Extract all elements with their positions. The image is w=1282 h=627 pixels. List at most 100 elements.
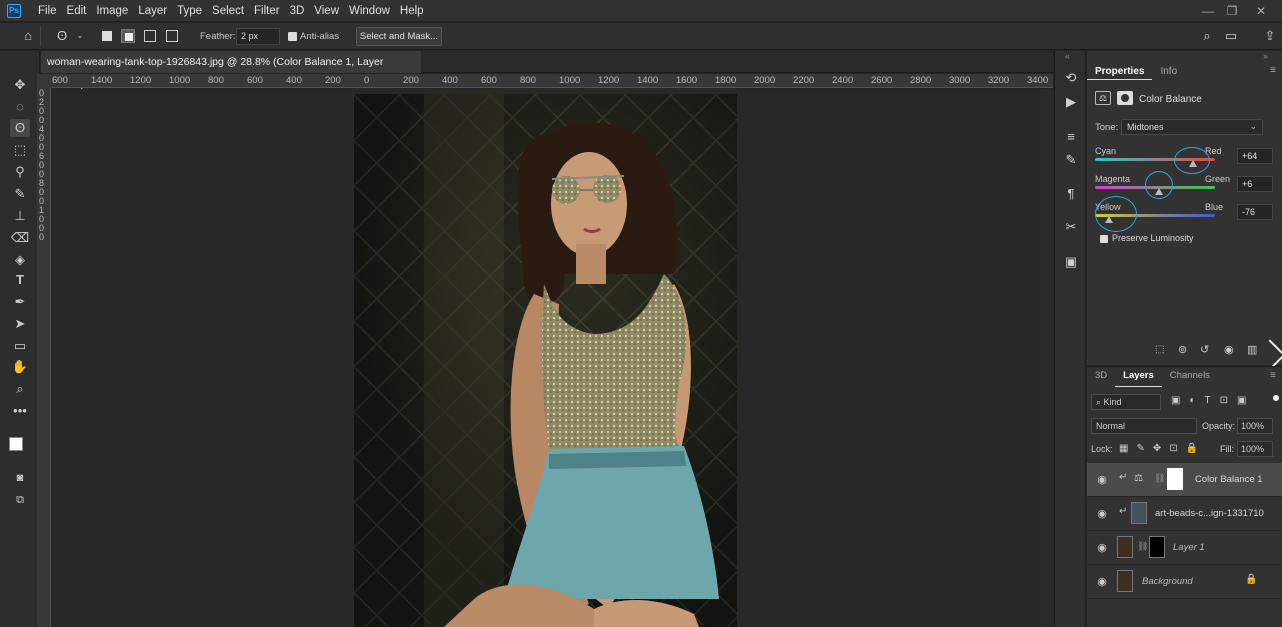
layer-row[interactable]: ◉ ↵ art-beads-c...ign-1331710 [1087, 497, 1282, 531]
menu-item-3d[interactable]: 3D [285, 0, 310, 22]
vertical-scrollbar[interactable] [1040, 89, 1053, 627]
panel-menu-icon[interactable]: ≡ [1270, 65, 1276, 76]
rectangle-tool-icon[interactable]: ▭ [10, 337, 30, 355]
lasso-tool-icon[interactable]: ʘ [10, 119, 30, 137]
layer-thumbnail[interactable] [1117, 570, 1133, 592]
marquee-tool-icon[interactable]: ◌ [10, 98, 30, 116]
menu-item-file[interactable]: File [33, 0, 62, 22]
layer-thumbnail[interactable] [1131, 502, 1147, 524]
eye-icon[interactable]: ◉ [1095, 575, 1109, 589]
lock-icons[interactable]: ▦✎✥⊡🔒 [1119, 443, 1206, 454]
layer-row[interactable]: ◉ ↵ ⚖ ⛓ Color Balance 1 [1087, 463, 1282, 497]
filter-icons[interactable]: ▣◐T⊡▣ [1171, 395, 1255, 406]
lasso-tool-preset-icon[interactable]: ʘ [54, 28, 70, 44]
anti-alias-checkbox[interactable] [288, 32, 297, 41]
menu-item-help[interactable]: Help [395, 0, 429, 22]
zoom-tool-icon[interactable]: ⌕ [10, 380, 30, 398]
visibility-icon[interactable]: ◉ [1224, 343, 1234, 356]
layer-name[interactable]: art-beads-c...ign-1331710 [1155, 508, 1264, 519]
screen-mode-icon[interactable]: ⧉ [10, 491, 30, 509]
tab-layers[interactable]: Layers [1115, 367, 1162, 387]
feather-input[interactable]: 2 px [236, 28, 280, 45]
paint-bucket-tool-icon[interactable]: ◈ [10, 251, 30, 269]
brush-tool-icon[interactable]: ✎ [10, 185, 30, 203]
layer-mask-icon[interactable] [1117, 91, 1133, 105]
restore-icon[interactable]: ❐ [1223, 3, 1241, 19]
slider-value-input[interactable]: +6 [1237, 176, 1273, 192]
adjustments-icon[interactable]: ≡ [1061, 127, 1081, 147]
search-icon[interactable]: ⌕ [1199, 28, 1215, 44]
menu-item-select[interactable]: Select [207, 0, 249, 22]
layer-name[interactable]: Layer 1 [1173, 542, 1205, 553]
tab-properties[interactable]: Properties [1087, 63, 1153, 80]
history-icon[interactable]: ⟲ [1061, 68, 1081, 88]
stamp-tool-icon[interactable]: ⊥ [10, 207, 30, 225]
actions-play-icon[interactable]: ▶ [1061, 92, 1081, 112]
path-selection-tool-icon[interactable]: ➤ [10, 315, 30, 333]
collapse-icon[interactable]: « [1065, 51, 1070, 61]
object-selection-tool-icon[interactable]: ⬚ [10, 141, 30, 159]
tab-info[interactable]: Info [1152, 63, 1185, 80]
document-image[interactable] [354, 94, 737, 627]
workspace-icon[interactable]: ▭ [1223, 28, 1239, 44]
quick-mask-icon[interactable]: ◙ [10, 469, 30, 487]
character-icon[interactable]: ¶ [1061, 184, 1081, 204]
kind-filter-select[interactable]: ⌕ Kind [1091, 394, 1161, 410]
layer-thumbnail[interactable] [1117, 536, 1133, 558]
fill-input[interactable]: 100% [1237, 441, 1273, 457]
intersect-selection-icon[interactable] [166, 30, 178, 42]
view-previous-icon[interactable]: ⊚ [1178, 343, 1187, 356]
eye-icon[interactable]: ◉ [1095, 541, 1109, 555]
layer-name[interactable]: Background [1142, 576, 1193, 587]
opacity-input[interactable]: 100% [1237, 418, 1273, 434]
clip-to-layer-icon[interactable]: ⬚ [1155, 344, 1169, 356]
more-tools-icon[interactable]: ••• [10, 402, 30, 420]
slider-value-input[interactable]: -76 [1237, 204, 1273, 220]
document-tab[interactable]: woman-wearing-tank-top-1926843.jpg @ 28.… [41, 51, 421, 90]
minimize-icon[interactable]: — [1199, 3, 1217, 19]
tab-3d[interactable]: 3D [1087, 367, 1115, 387]
layer-row[interactable]: ◉ 🔒 Background [1087, 565, 1282, 599]
home-icon[interactable]: ⌂ [20, 28, 36, 44]
pen-tool-icon[interactable]: ✒ [10, 293, 30, 311]
subtract-selection-icon[interactable] [144, 30, 156, 42]
layer-row[interactable]: ◉ ⛓ Layer 1 [1087, 531, 1282, 565]
reset-icon[interactable]: ↺ [1200, 343, 1209, 356]
eyedropper-tool-icon[interactable]: ⚲ [10, 163, 30, 181]
collapse-panel-icon[interactable]: » [1263, 51, 1268, 61]
libraries-icon[interactable]: ▣ [1061, 252, 1081, 272]
menu-item-layer[interactable]: Layer [133, 0, 172, 22]
move-tool-icon[interactable]: ✥ [10, 76, 30, 94]
type-tool-icon[interactable]: T [10, 271, 30, 289]
tab-channels[interactable]: Channels [1162, 367, 1218, 387]
blend-mode-value: Normal [1096, 421, 1126, 431]
eraser-tool-icon[interactable]: ⌫ [10, 229, 30, 247]
layer-mask-thumbnail[interactable] [1167, 468, 1183, 490]
close-icon[interactable]: ✕ [1252, 3, 1270, 19]
foreground-color-swatch[interactable] [9, 437, 23, 451]
tools-settings-icon[interactable]: ✂ [1061, 217, 1081, 237]
blend-mode-select[interactable]: Normal [1091, 418, 1197, 434]
add-to-selection-icon[interactable] [121, 29, 135, 43]
filter-toggle-icon[interactable] [1273, 395, 1279, 401]
menu-item-window[interactable]: Window [344, 0, 395, 22]
select-and-mask-button[interactable]: Select and Mask... [356, 27, 442, 46]
preserve-luminosity-checkbox[interactable] [1100, 235, 1108, 243]
layer-name[interactable]: Color Balance 1 [1195, 474, 1263, 485]
new-selection-icon[interactable] [102, 31, 112, 41]
layers-menu-icon[interactable]: ≡ [1270, 370, 1276, 381]
menu-item-image[interactable]: Image [91, 0, 133, 22]
menu-item-type[interactable]: Type [172, 0, 207, 22]
menu-item-filter[interactable]: Filter [249, 0, 285, 22]
chevron-down-icon[interactable]: ⌄ [72, 28, 88, 44]
brush-settings-icon[interactable]: ✎ [1061, 150, 1081, 170]
slider-value-input[interactable]: +64 [1237, 148, 1273, 164]
eye-icon[interactable]: ◉ [1095, 507, 1109, 521]
hand-tool-icon[interactable]: ✋ [10, 358, 30, 376]
share-icon[interactable]: ⇪ [1262, 28, 1278, 44]
eye-icon[interactable]: ◉ [1095, 473, 1109, 487]
layer-mask-thumbnail[interactable] [1149, 536, 1165, 558]
tone-select[interactable]: Midtones ⌄ [1121, 119, 1263, 135]
menu-item-view[interactable]: View [309, 0, 344, 22]
menu-item-edit[interactable]: Edit [62, 0, 92, 22]
